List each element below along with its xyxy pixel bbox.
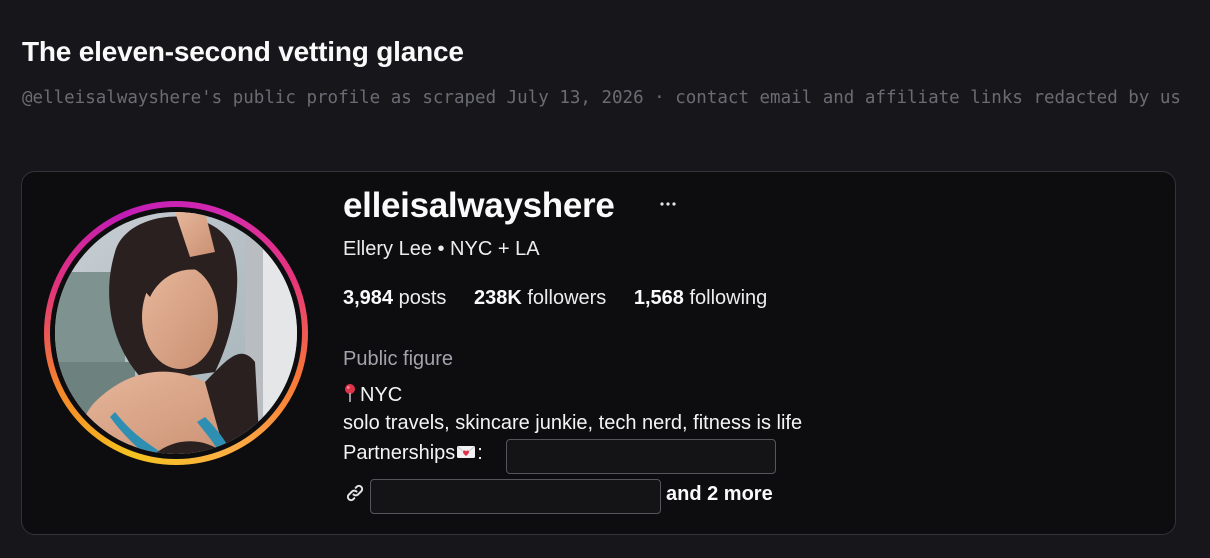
profile-username[interactable]: elleisalwayshere xyxy=(343,186,615,226)
bio-location: NYC xyxy=(343,383,402,409)
followers-count: 238K xyxy=(474,287,522,309)
love-letter-icon xyxy=(456,443,476,466)
page-subtitle: @elleisalwayshere's public profile as sc… xyxy=(22,88,1181,108)
posts-count: 3,984 xyxy=(343,287,394,309)
stat-following[interactable]: 1,568 following xyxy=(634,287,767,310)
following-label: following xyxy=(689,287,768,309)
profile-category: Public figure xyxy=(343,348,454,370)
redacted-link-box[interactable] xyxy=(370,479,661,514)
partnerships-colon: : xyxy=(477,442,483,464)
partnerships-label: Partnerships xyxy=(343,442,456,464)
pushpin-icon xyxy=(343,383,357,409)
posts-label: posts xyxy=(398,287,447,309)
bio-location-text: NYC xyxy=(360,384,403,406)
redacted-email-box xyxy=(506,439,776,474)
bio-tagline: solo travels, skincare junkie, tech nerd… xyxy=(343,412,803,434)
profile-full-name: Ellery Lee • NYC + LA xyxy=(343,238,540,260)
page-title: The eleven-second vetting glance xyxy=(22,36,464,67)
stat-posts[interactable]: 3,984 posts xyxy=(343,287,446,310)
link-icon[interactable] xyxy=(343,481,367,505)
bio-partnerships: Partnerships : xyxy=(343,442,483,466)
avatar-photo xyxy=(55,212,297,454)
story-ring[interactable] xyxy=(44,201,308,465)
following-count: 1,568 xyxy=(633,287,684,309)
more-links-button[interactable]: and 2 more xyxy=(666,483,773,506)
followers-label: followers xyxy=(527,287,607,309)
profile-stats: 3,984 posts 238K followers 1,568 followi… xyxy=(343,287,789,310)
ellipsis-icon[interactable] xyxy=(656,192,680,216)
profile-card: elleisalwayshere Ellery Lee • NYC + LA 3… xyxy=(21,171,1176,535)
avatar-gap xyxy=(50,207,302,459)
avatar[interactable] xyxy=(55,212,297,454)
stat-followers[interactable]: 238K followers xyxy=(474,287,606,310)
